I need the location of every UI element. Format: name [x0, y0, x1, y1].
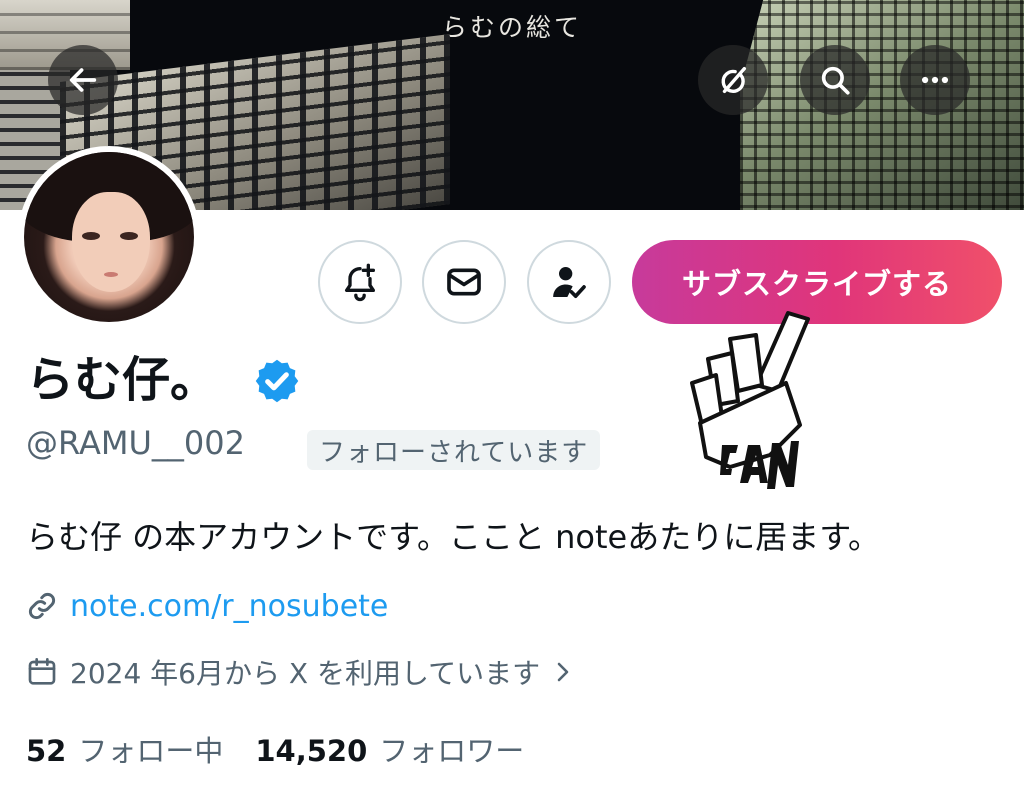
verified-badge-icon [255, 359, 299, 403]
search-button[interactable] [800, 45, 870, 115]
followers-label[interactable]: フォロワー [379, 728, 524, 770]
message-button[interactable] [422, 240, 506, 324]
avatar-image [24, 152, 194, 322]
avatar[interactable] [18, 146, 200, 328]
following-button[interactable] [527, 240, 611, 324]
bio: らむ仔 の本アカウントです。ここと noteあたりに居ます。 [26, 518, 881, 556]
chevron-right-icon [557, 662, 569, 682]
banner-title: らむの総て [441, 13, 582, 42]
display-name: らむ仔。 [26, 352, 219, 408]
followers-count[interactable]: 14,520 [255, 734, 367, 768]
bell-plus-icon [345, 263, 375, 302]
following-label[interactable]: フォロー中 [78, 728, 223, 770]
fan-hand-sticker [690, 311, 810, 489]
profile-link[interactable]: note.com/r_nosubete [26, 586, 388, 626]
handle: @RAMU__002 [26, 424, 245, 462]
link-icon [28, 592, 56, 620]
follows-you-badge: フォローされています [307, 430, 601, 470]
more-horizontal-icon [921, 76, 949, 84]
envelope-icon [447, 268, 481, 296]
calendar-icon [28, 658, 56, 685]
notify-button[interactable] [318, 240, 402, 324]
search-icon [821, 66, 850, 95]
back-button[interactable] [48, 45, 118, 115]
joined-date-text: 2024 年6月から X を利用しています [70, 657, 541, 690]
grok-button[interactable] [698, 45, 768, 115]
more-button[interactable] [900, 45, 970, 115]
following-count[interactable]: 52 [26, 734, 66, 768]
joined-date-row[interactable]: 2024 年6月から X を利用しています [26, 652, 574, 692]
follow-stats: 52 フォロー中 14,520 フォロワー [26, 728, 556, 770]
arrow-left-icon [69, 68, 97, 92]
grok-icon [721, 66, 747, 94]
profile-link-text[interactable]: note.com/r_nosubete [70, 589, 388, 624]
person-check-icon [553, 267, 586, 298]
